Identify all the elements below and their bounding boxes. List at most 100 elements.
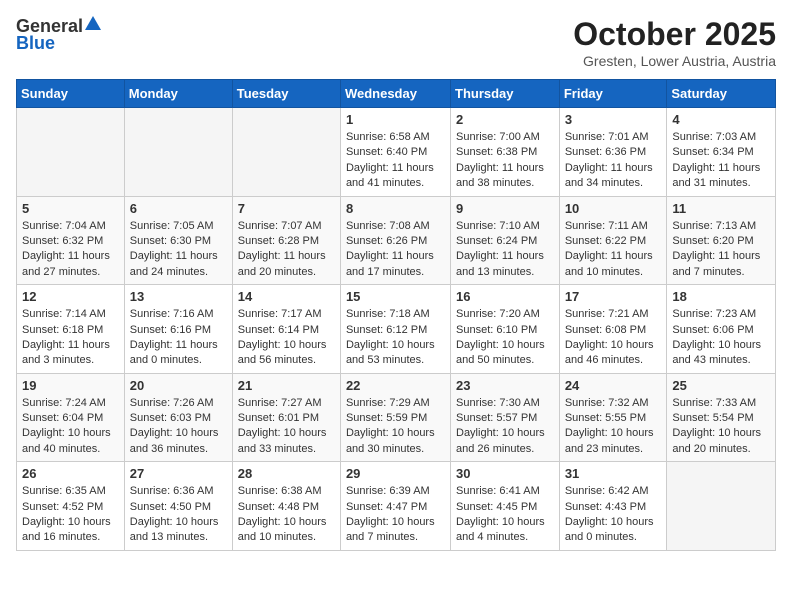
cell-info: Sunrise: 7:16 AM Sunset: 6:16 PM Dayligh… bbox=[130, 307, 227, 369]
day-number: 26 bbox=[22, 466, 119, 481]
day-number: 2 bbox=[456, 112, 554, 127]
day-number: 23 bbox=[456, 378, 554, 393]
cell-info: Sunrise: 7:26 AM Sunset: 6:03 PM Dayligh… bbox=[130, 396, 227, 458]
weekday-header-friday: Friday bbox=[559, 80, 667, 108]
cell-info: Sunrise: 7:30 AM Sunset: 5:57 PM Dayligh… bbox=[456, 396, 554, 458]
day-number: 29 bbox=[346, 466, 445, 481]
day-number: 30 bbox=[456, 466, 554, 481]
day-number: 16 bbox=[456, 289, 554, 304]
calendar-week-row: 1 Sunrise: 6:58 AM Sunset: 6:40 PM Daylig… bbox=[17, 108, 776, 197]
cell-info: Sunrise: 7:13 AM Sunset: 6:20 PM Dayligh… bbox=[672, 219, 770, 281]
day-number: 11 bbox=[672, 201, 770, 216]
cell-info: Sunrise: 7:04 AM Sunset: 6:32 PM Dayligh… bbox=[22, 219, 119, 281]
cell-info: Sunrise: 7:21 AM Sunset: 6:08 PM Dayligh… bbox=[565, 307, 662, 369]
cell-info: Sunrise: 6:42 AM Sunset: 4:43 PM Dayligh… bbox=[565, 484, 662, 546]
cell-info: Sunrise: 6:38 AM Sunset: 4:48 PM Dayligh… bbox=[238, 484, 335, 546]
calendar-cell: 5Sunrise: 7:04 AM Sunset: 6:32 PM Daylig… bbox=[17, 196, 125, 285]
logo-flag-icon bbox=[85, 16, 101, 35]
cell-info: Sunrise: 7:07 AM Sunset: 6:28 PM Dayligh… bbox=[238, 219, 335, 281]
title-area: October 2025 Gresten, Lower Austria, Aus… bbox=[573, 16, 776, 69]
month-title: October 2025 bbox=[573, 16, 776, 53]
cell-info: Sunrise: 6:58 AM Sunset: 6:40 PM Dayligh… bbox=[346, 130, 445, 192]
cell-info: Sunrise: 6:36 AM Sunset: 4:50 PM Dayligh… bbox=[130, 484, 227, 546]
cell-info: Sunrise: 7:00 AM Sunset: 6:38 PM Dayligh… bbox=[456, 130, 554, 192]
calendar-cell: 13 Sunrise: 7:16 AM Sunset: 6:16 PM Dayli… bbox=[124, 285, 232, 374]
calendar-cell: 30 Sunrise: 6:41 AM Sunset: 4:45 PM Dayli… bbox=[451, 462, 560, 551]
weekday-header-tuesday: Tuesday bbox=[232, 80, 340, 108]
calendar-week-row: 19 Sunrise: 7:24 AM Sunset: 6:04 PM Dayli… bbox=[17, 373, 776, 462]
calendar-cell: 10 Sunrise: 7:11 AM Sunset: 6:22 PM Dayli… bbox=[559, 196, 667, 285]
weekday-header-saturday: Saturday bbox=[667, 80, 776, 108]
weekday-header-thursday: Thursday bbox=[451, 80, 560, 108]
cell-info: Sunrise: 6:39 AM Sunset: 4:47 PM Dayligh… bbox=[346, 484, 445, 546]
calendar-cell: 19 Sunrise: 7:24 AM Sunset: 6:04 PM Dayli… bbox=[17, 373, 125, 462]
calendar-cell: 15 Sunrise: 7:18 AM Sunset: 6:12 PM Dayli… bbox=[340, 285, 450, 374]
calendar-cell: 20 Sunrise: 7:26 AM Sunset: 6:03 PM Dayli… bbox=[124, 373, 232, 462]
day-number: 3 bbox=[565, 112, 662, 127]
day-number: 12 bbox=[22, 289, 119, 304]
calendar-cell: 21 Sunrise: 7:27 AM Sunset: 6:01 PM Dayli… bbox=[232, 373, 340, 462]
day-number: 13 bbox=[130, 289, 227, 304]
calendar-cell: 17 Sunrise: 7:21 AM Sunset: 6:08 PM Dayli… bbox=[559, 285, 667, 374]
calendar-week-row: 5Sunrise: 7:04 AM Sunset: 6:32 PM Daylig… bbox=[17, 196, 776, 285]
day-number: 9 bbox=[456, 201, 554, 216]
calendar-week-row: 12 Sunrise: 7:14 AM Sunset: 6:18 PM Dayli… bbox=[17, 285, 776, 374]
weekday-header-row: SundayMondayTuesdayWednesdayThursdayFrid… bbox=[17, 80, 776, 108]
day-number: 24 bbox=[565, 378, 662, 393]
day-number: 7 bbox=[238, 201, 335, 216]
cell-info: Sunrise: 7:27 AM Sunset: 6:01 PM Dayligh… bbox=[238, 396, 335, 458]
cell-info: Sunrise: 7:11 AM Sunset: 6:22 PM Dayligh… bbox=[565, 219, 662, 281]
calendar-cell: 8Sunrise: 7:08 AM Sunset: 6:26 PM Daylig… bbox=[340, 196, 450, 285]
logo-blue-text: Blue bbox=[16, 33, 55, 54]
cell-info: Sunrise: 7:29 AM Sunset: 5:59 PM Dayligh… bbox=[346, 396, 445, 458]
calendar-cell: 3 Sunrise: 7:01 AM Sunset: 6:36 PM Daylig… bbox=[559, 108, 667, 197]
calendar-cell: 29 Sunrise: 6:39 AM Sunset: 4:47 PM Dayli… bbox=[340, 462, 450, 551]
calendar-cell: 26Sunrise: 6:35 AM Sunset: 4:52 PM Dayli… bbox=[17, 462, 125, 551]
day-number: 4 bbox=[672, 112, 770, 127]
cell-info: Sunrise: 7:23 AM Sunset: 6:06 PM Dayligh… bbox=[672, 307, 770, 369]
cell-info: Sunrise: 7:20 AM Sunset: 6:10 PM Dayligh… bbox=[456, 307, 554, 369]
calendar-cell: 9Sunrise: 7:10 AM Sunset: 6:24 PM Daylig… bbox=[451, 196, 560, 285]
calendar-cell: 7 Sunrise: 7:07 AM Sunset: 6:28 PM Daylig… bbox=[232, 196, 340, 285]
weekday-header-monday: Monday bbox=[124, 80, 232, 108]
day-number: 19 bbox=[22, 378, 119, 393]
day-number: 1 bbox=[346, 112, 445, 127]
calendar-cell: 6Sunrise: 7:05 AM Sunset: 6:30 PM Daylig… bbox=[124, 196, 232, 285]
cell-info: Sunrise: 6:41 AM Sunset: 4:45 PM Dayligh… bbox=[456, 484, 554, 546]
calendar-cell: 14 Sunrise: 7:17 AM Sunset: 6:14 PM Dayli… bbox=[232, 285, 340, 374]
day-number: 28 bbox=[238, 466, 335, 481]
day-number: 18 bbox=[672, 289, 770, 304]
day-number: 17 bbox=[565, 289, 662, 304]
day-number: 21 bbox=[238, 378, 335, 393]
day-number: 22 bbox=[346, 378, 445, 393]
day-number: 31 bbox=[565, 466, 662, 481]
calendar-cell: 1 Sunrise: 6:58 AM Sunset: 6:40 PM Daylig… bbox=[340, 108, 450, 197]
day-number: 14 bbox=[238, 289, 335, 304]
weekday-header-wednesday: Wednesday bbox=[340, 80, 450, 108]
day-number: 10 bbox=[565, 201, 662, 216]
calendar-cell bbox=[124, 108, 232, 197]
cell-info: Sunrise: 7:14 AM Sunset: 6:18 PM Dayligh… bbox=[22, 307, 119, 369]
calendar-cell: 4Sunrise: 7:03 AM Sunset: 6:34 PM Daylig… bbox=[667, 108, 776, 197]
calendar-week-row: 26Sunrise: 6:35 AM Sunset: 4:52 PM Dayli… bbox=[17, 462, 776, 551]
day-number: 15 bbox=[346, 289, 445, 304]
cell-info: Sunrise: 7:33 AM Sunset: 5:54 PM Dayligh… bbox=[672, 396, 770, 458]
cell-info: Sunrise: 7:32 AM Sunset: 5:55 PM Dayligh… bbox=[565, 396, 662, 458]
weekday-header-sunday: Sunday bbox=[17, 80, 125, 108]
day-number: 20 bbox=[130, 378, 227, 393]
calendar-cell: 22 Sunrise: 7:29 AM Sunset: 5:59 PM Dayli… bbox=[340, 373, 450, 462]
calendar-cell: 23 Sunrise: 7:30 AM Sunset: 5:57 PM Dayli… bbox=[451, 373, 560, 462]
calendar-cell: 31 Sunrise: 6:42 AM Sunset: 4:43 PM Dayli… bbox=[559, 462, 667, 551]
calendar-cell: 25 Sunrise: 7:33 AM Sunset: 5:54 PM Dayli… bbox=[667, 373, 776, 462]
calendar-cell: 12 Sunrise: 7:14 AM Sunset: 6:18 PM Dayli… bbox=[17, 285, 125, 374]
cell-info: Sunrise: 7:01 AM Sunset: 6:36 PM Dayligh… bbox=[565, 130, 662, 192]
cell-info: Sunrise: 7:17 AM Sunset: 6:14 PM Dayligh… bbox=[238, 307, 335, 369]
location-subtitle: Gresten, Lower Austria, Austria bbox=[573, 53, 776, 69]
day-number: 6 bbox=[130, 201, 227, 216]
cell-info: Sunrise: 7:24 AM Sunset: 6:04 PM Dayligh… bbox=[22, 396, 119, 458]
calendar-cell: 2 Sunrise: 7:00 AM Sunset: 6:38 PM Daylig… bbox=[451, 108, 560, 197]
calendar-cell: 18 Sunrise: 7:23 AM Sunset: 6:06 PM Dayli… bbox=[667, 285, 776, 374]
cell-info: Sunrise: 7:18 AM Sunset: 6:12 PM Dayligh… bbox=[346, 307, 445, 369]
day-number: 25 bbox=[672, 378, 770, 393]
calendar-cell: 27Sunrise: 6:36 AM Sunset: 4:50 PM Dayli… bbox=[124, 462, 232, 551]
